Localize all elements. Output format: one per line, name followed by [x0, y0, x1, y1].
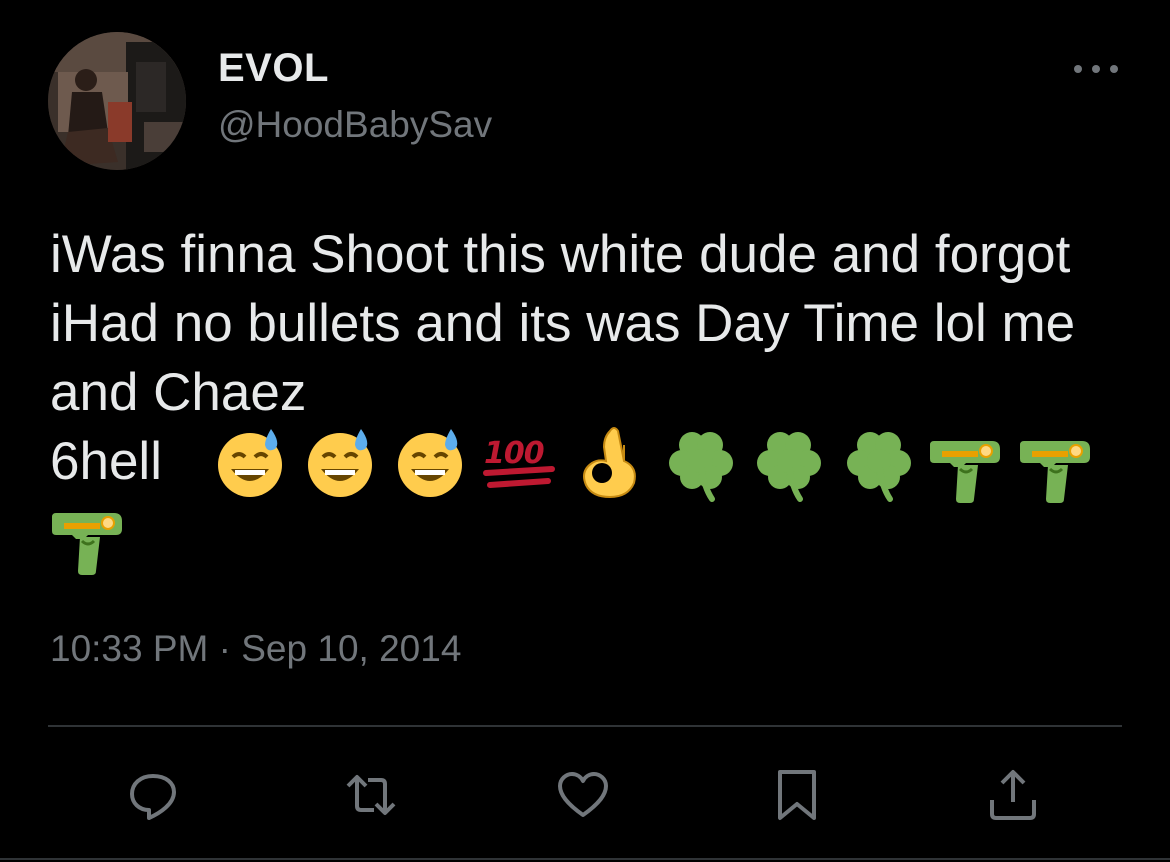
tweet-text: iWas finna Shoot this white dude and for… — [50, 225, 1076, 422]
bottom-divider — [0, 858, 1170, 860]
hundred-points-emoji-icon: 100 — [482, 427, 560, 505]
more-options-button[interactable] — [1070, 54, 1122, 84]
tweet-actions-bar — [0, 760, 1170, 830]
reply-button[interactable] — [118, 760, 188, 830]
ok-hand-emoji-icon — [572, 421, 650, 499]
reply-icon — [130, 774, 176, 820]
tweet-text-last-word: 6hell — [50, 432, 162, 491]
retweet-icon — [346, 775, 396, 815]
like-button[interactable] — [548, 760, 618, 830]
divider — [48, 725, 1122, 727]
svg-text:100: 100 — [484, 436, 544, 471]
sweat-smile-emoji-icon — [393, 423, 471, 501]
bookmark-button[interactable] — [762, 760, 832, 830]
sweat-smile-emoji-icon — [303, 423, 381, 501]
shamrock-emoji-icon — [840, 425, 918, 503]
more-dots-icon — [1074, 65, 1118, 73]
share-button[interactable] — [978, 760, 1048, 830]
bookmark-icon — [778, 770, 816, 820]
shamrock-emoji-icon — [662, 425, 740, 503]
tweet-card: EVOL @HoodBabySav iWas finna Shoot this … — [0, 0, 1170, 862]
tweet-text-emoji-line: 6hell 100 — [50, 427, 1130, 587]
water-pistol-emoji-icon — [50, 501, 128, 579]
share-icon — [990, 770, 1036, 820]
water-pistol-emoji-icon — [1018, 429, 1096, 507]
shamrock-emoji-icon — [750, 425, 828, 503]
tweet-timestamp[interactable]: 10:33 PM · Sep 10, 2014 — [50, 628, 461, 670]
author-handle[interactable]: @HoodBabySav — [218, 104, 492, 146]
sweat-smile-emoji-icon — [213, 423, 291, 501]
heart-icon — [558, 772, 608, 817]
water-pistol-emoji-icon — [928, 429, 1006, 507]
author-display-name[interactable]: EVOL — [218, 46, 329, 91]
profile-photo-icon — [48, 32, 186, 170]
author-avatar[interactable] — [48, 32, 186, 170]
retweet-button[interactable] — [336, 760, 406, 830]
